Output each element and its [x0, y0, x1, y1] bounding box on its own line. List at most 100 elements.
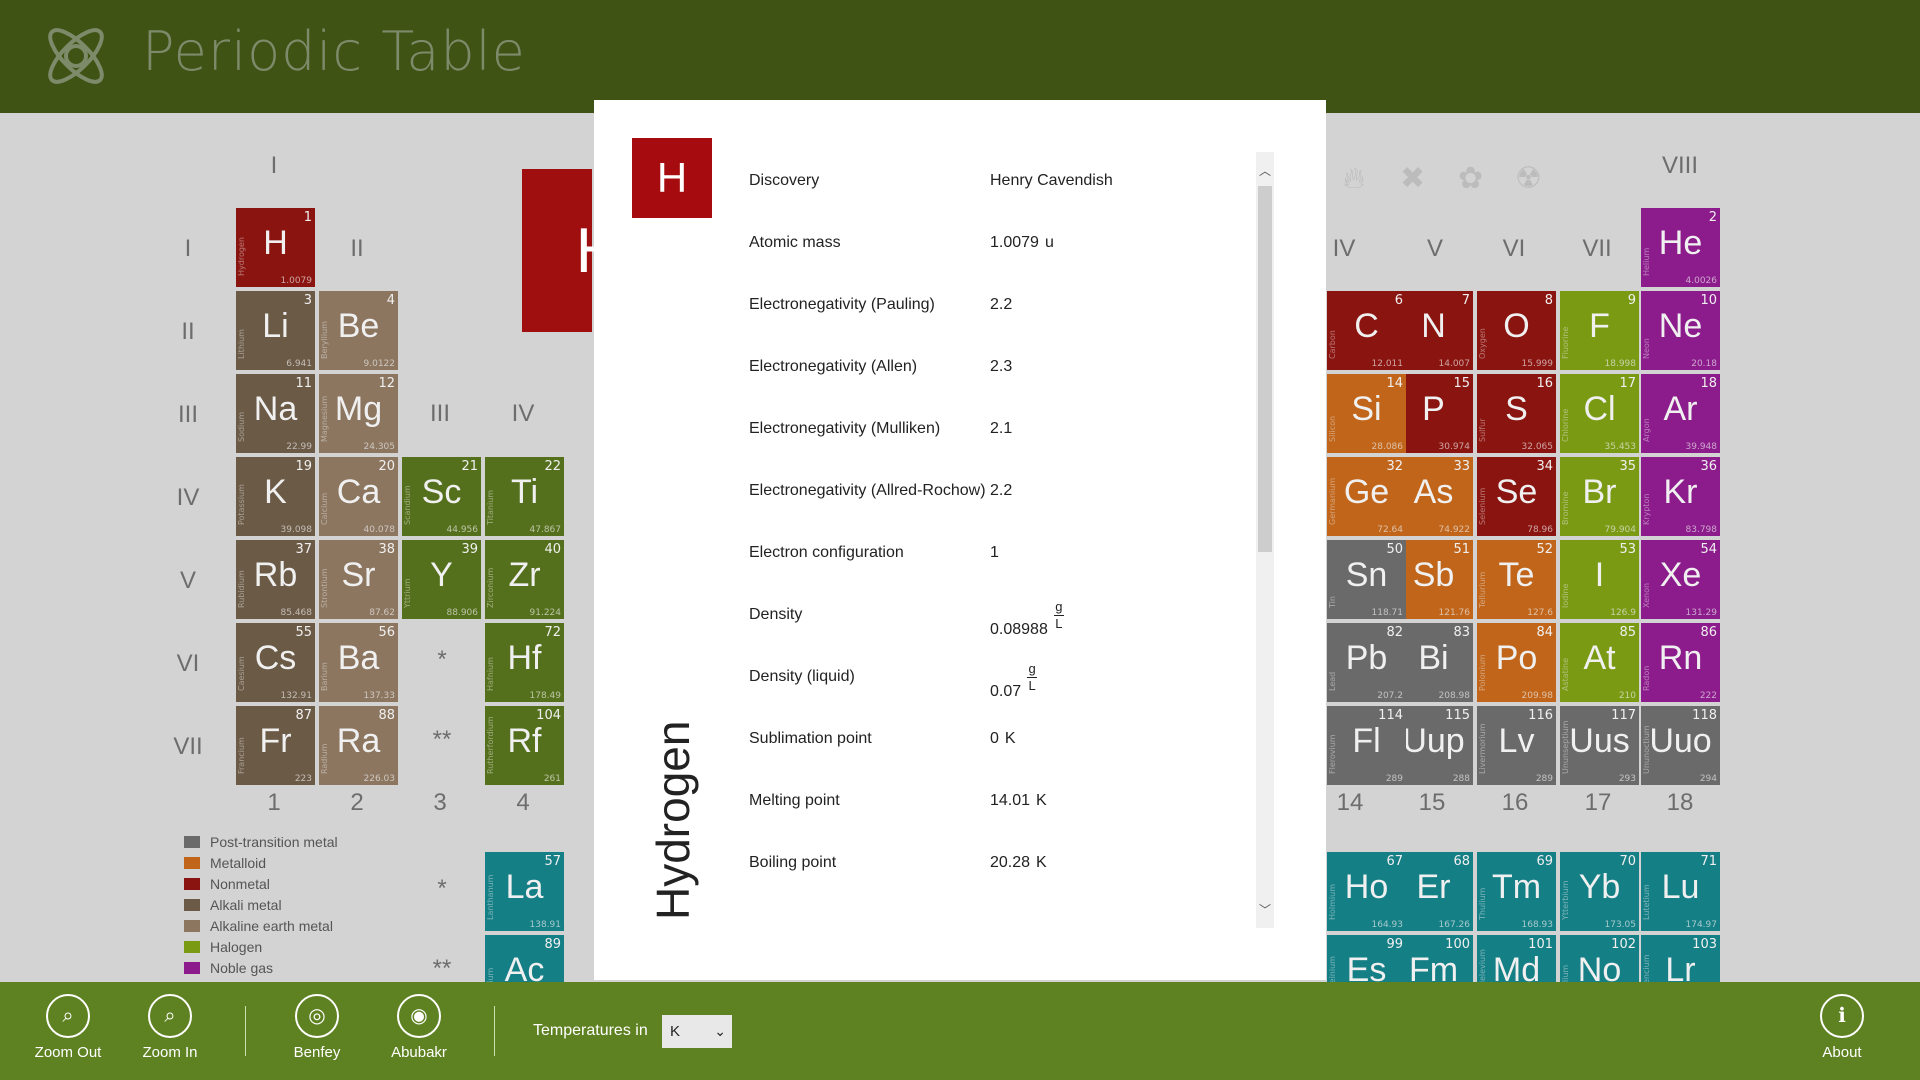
actinide-marker: **: [432, 955, 452, 982]
element-tile-caesium[interactable]: Caesium 55 Cs 132.91: [236, 623, 315, 702]
element-symbol: Ba: [337, 639, 380, 677]
element-tile-ununoctium[interactable]: Ununoctium 118 Uuo 294: [1641, 706, 1720, 785]
element-tile-rutherfordium[interactable]: Rutherfordium 104 Rf 261: [485, 706, 564, 785]
atomic-number: 3: [303, 293, 312, 308]
element-tile-livermorium[interactable]: Livermorium 116 Lv 289: [1477, 706, 1556, 785]
group-label-roman: VIII: [1661, 152, 1698, 179]
atomic-number: 67: [1386, 854, 1403, 869]
zoom-out-button[interactable]: ⌕ Zoom Out: [23, 994, 113, 1061]
atomic-number: 8: [1544, 293, 1553, 308]
element-symbol: Lv: [1498, 722, 1535, 760]
element-tile-helium[interactable]: Helium 2 He 4.0026: [1641, 208, 1720, 287]
element-tile-tin[interactable]: Tin 50 Sn 118.71: [1327, 540, 1406, 619]
atomic-mass: 9.0122: [363, 359, 396, 369]
atomic-number: 82: [1386, 625, 1403, 640]
element-tile-astatine[interactable]: Astatine 85 At 210: [1560, 623, 1639, 702]
element-tile-actinium[interactable]: Actinium89Ac: [485, 935, 564, 982]
element-tile-beryllium[interactable]: Beryllium 4 Be 9.0122: [319, 291, 398, 370]
atomic-mass: 79.904: [1604, 525, 1637, 535]
element-symbol: No: [1577, 951, 1622, 982]
element-tile-lanthanum[interactable]: Lanthanum 57 La 138.91: [485, 852, 564, 931]
element-tile-sodium[interactable]: Sodium 11 Na 22.99: [236, 374, 315, 453]
element-tile-yttrium[interactable]: Yttrium 39 Y 88.906: [402, 540, 481, 619]
element-symbol: Ge: [1343, 473, 1390, 511]
element-tile-polonium[interactable]: Polonium 84 Po 209.98: [1477, 623, 1556, 702]
actinide-marker: **: [432, 726, 452, 753]
element-tile-rubidium[interactable]: Rubidium 37 Rb 85.468: [236, 540, 315, 619]
element-tile-bromine[interactable]: Bromine 35 Br 79.904: [1560, 457, 1639, 536]
element-tile-hydrogen[interactable]: Hydrogen 1 H 1.0079: [236, 208, 315, 287]
group-label-roman: II: [350, 235, 364, 262]
element-tile-holmium[interactable]: Holmium 67 Ho 164.93: [1327, 852, 1406, 931]
element-tile-mendelevium[interactable]: Mendelevium 101 Md: [1477, 935, 1556, 982]
property-row: Sublimation point 0 K: [749, 710, 1269, 772]
abubakr-button[interactable]: ◉ Abubakr: [374, 994, 464, 1061]
element-tile-einsteinium[interactable]: Einsteinium 99 Es: [1327, 935, 1406, 982]
property-unit-fraction: gL: [1027, 661, 1038, 693]
zoom-in-button[interactable]: ⌕ Zoom In: [125, 994, 215, 1061]
element-tile-carbon[interactable]: Carbon 6 C 12.011: [1327, 291, 1406, 370]
element-tile-nobelium[interactable]: Nobelium102No: [1560, 935, 1639, 982]
element-symbol: F: [1589, 307, 1610, 345]
element-tile-titanium[interactable]: Titanium 22 Ti 47.867: [485, 457, 564, 536]
element-tile-lawrencium[interactable]: Lawrencium 103 Lr: [1641, 935, 1720, 982]
element-tile-selenium[interactable]: Selenium 34 Se 78.96: [1477, 457, 1556, 536]
group-number-label: 14: [1336, 789, 1364, 816]
element-tile-potassium[interactable]: Potassium 19 K 39.098: [236, 457, 315, 536]
element-tile-lead[interactable]: Lead 82 Pb 207.2: [1327, 623, 1406, 702]
element-symbol: Rb: [253, 556, 298, 594]
property-label: Electronegativity (Allred-Rochow): [749, 482, 986, 499]
element-tile-xenon[interactable]: Xenon 54 Xe 131.29: [1641, 540, 1720, 619]
element-tile-lithium[interactable]: Lithium 3 Li 6.941: [236, 291, 315, 370]
atomic-number: 70: [1619, 854, 1636, 869]
flammable-icon: 🔥︎: [1343, 161, 1366, 196]
element-tile-francium[interactable]: Francium 87 Fr 223: [236, 706, 315, 785]
element-tile-oxygen[interactable]: Oxygen 8 O 15.999: [1477, 291, 1556, 370]
atomic-mass: 118.71: [1371, 608, 1404, 618]
element-tile-sulfur[interactable]: Sulfur 16 S 32.065: [1477, 374, 1556, 453]
element-tile-lutetium[interactable]: Lutetium 71 Lu 174.97: [1641, 852, 1720, 931]
scroll-thumb[interactable]: [1258, 186, 1272, 552]
element-tile-fluorine[interactable]: Fluorine 9 F 18.998: [1560, 291, 1639, 370]
element-tile-tellurium[interactable]: Tellurium 52 Te 127.6: [1477, 540, 1556, 619]
element-tile-krypton[interactable]: Krypton 36 Kr 83.798: [1641, 457, 1720, 536]
element-tile-ununseptium[interactable]: Ununseptium 117 Uus 293: [1560, 706, 1639, 785]
element-tile-radon[interactable]: Radon 86 Rn 222: [1641, 623, 1720, 702]
legend-item: Noble gas: [184, 957, 338, 978]
atomic-number: 37: [295, 542, 312, 557]
atomic-number: 116: [1528, 708, 1553, 723]
element-tile-thulium[interactable]: Thulium 69 Tm 168.93: [1477, 852, 1556, 931]
atomic-mass: 223: [294, 774, 312, 784]
element-tile-magnesium[interactable]: Magnesium 12 Mg 24.305: [319, 374, 398, 453]
legend-swatch: [184, 835, 200, 848]
group-number-label: 15: [1418, 789, 1446, 816]
atomic-number: 21: [461, 459, 478, 474]
scrollbar[interactable]: ︿ ﹀: [1256, 152, 1274, 928]
element-tile-ytterbium[interactable]: Ytterbium 70 Yb 173.05: [1560, 852, 1639, 931]
group-number-label: 16: [1501, 789, 1529, 816]
legend-swatch: [184, 898, 200, 911]
element-tile-strontium[interactable]: Strontium 38 Sr 87.62: [319, 540, 398, 619]
element-tile-argon[interactable]: Argon 18 Ar 39.948: [1641, 374, 1720, 453]
scroll-up-icon[interactable]: ︿: [1256, 162, 1274, 179]
element-tile-germanium[interactable]: Germanium 32 Ge 72.64: [1327, 457, 1406, 536]
element-tile-barium[interactable]: Barium 56 Ba 137.33: [319, 623, 398, 702]
element-tile-neon[interactable]: Neon 10 Ne 20.18: [1641, 291, 1720, 370]
element-symbol: Pb: [1345, 639, 1388, 677]
element-tile-chlorine[interactable]: Chlorine 17 Cl 35.453: [1560, 374, 1639, 453]
atomic-number: 33: [1453, 459, 1470, 474]
atomic-mass: 40.078: [363, 525, 396, 535]
element-tile-scandium[interactable]: Scandium 21 Sc 44.956: [402, 457, 481, 536]
element-tile-silicon[interactable]: Silicon 14 Si 28.086: [1327, 374, 1406, 453]
about-button[interactable]: ℹ About: [1797, 994, 1887, 1061]
benfey-button[interactable]: ◎ Benfey: [272, 994, 362, 1061]
temperature-unit-select[interactable]: K ⌄: [662, 1015, 732, 1048]
app-title: Periodic Table: [142, 20, 526, 83]
element-tile-flerovium[interactable]: Flerovium 114 Fl 289: [1327, 706, 1406, 785]
scroll-down-icon[interactable]: ﹀: [1256, 901, 1274, 918]
element-tile-iodine[interactable]: Iodine 53 I 126.9: [1560, 540, 1639, 619]
element-tile-zirconium[interactable]: Zirconium 40 Zr 91.224: [485, 540, 564, 619]
element-tile-calcium[interactable]: Calcium 20 Ca 40.078: [319, 457, 398, 536]
element-tile-hafnium[interactable]: Hafnium 72 Hf 178.49: [485, 623, 564, 702]
element-tile-radium[interactable]: Radium 88 Ra 226.03: [319, 706, 398, 785]
